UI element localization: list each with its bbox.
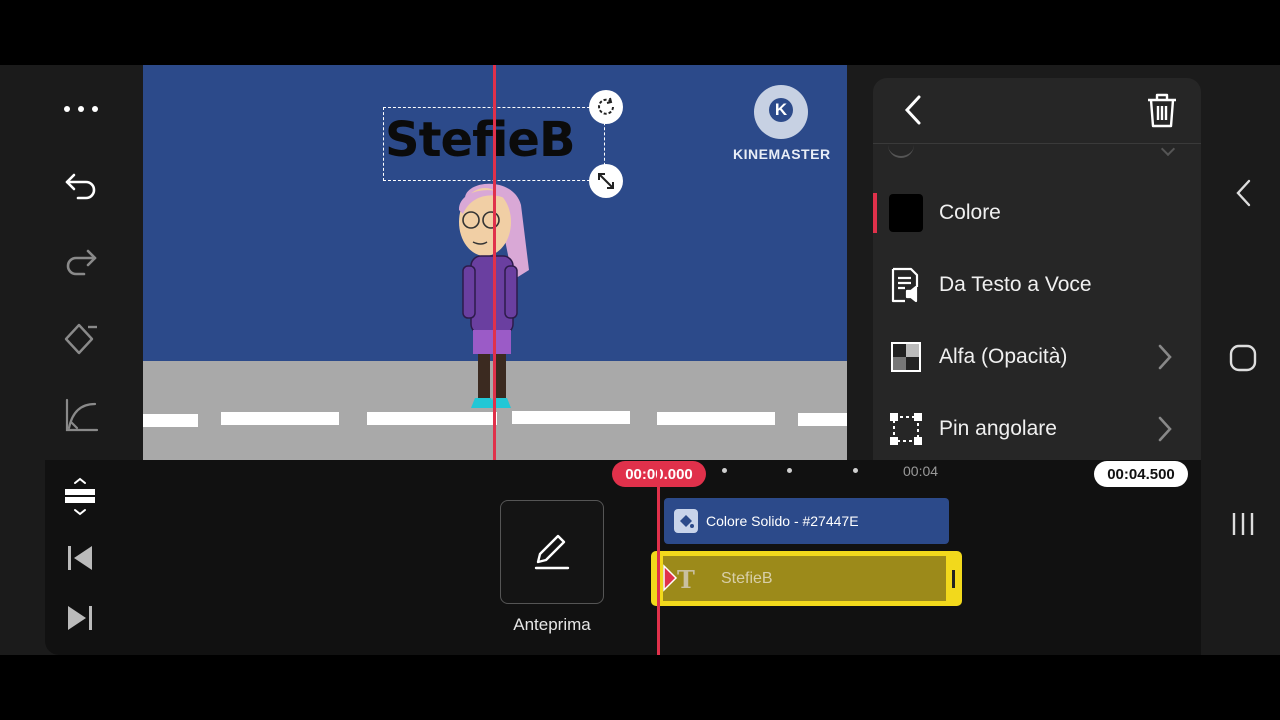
expand-tracks-icon — [65, 477, 95, 516]
timeline-tick — [853, 468, 858, 473]
text-clip-body — [663, 556, 946, 601]
timeline-playhead[interactable] — [657, 462, 660, 655]
undo-button[interactable] — [60, 165, 102, 207]
curve-icon — [65, 398, 99, 432]
preview-button-label: Anteprima — [513, 615, 591, 634]
timeline-area — [45, 460, 1201, 655]
road-marking — [798, 413, 847, 426]
system-back-icon — [1236, 179, 1251, 207]
timeline-tick-label: 00:04 — [903, 463, 939, 479]
clip-label: StefieB — [721, 570, 773, 587]
corner-pin-icon — [889, 412, 923, 446]
road-marking — [143, 414, 198, 427]
road-marking — [221, 412, 339, 425]
timeline-tick — [787, 468, 792, 473]
panel-item-text-to-speech[interactable]: Da Testo a Voce — [873, 252, 1201, 318]
preview-playhead — [493, 65, 496, 460]
more-menu-button[interactable] — [60, 88, 102, 130]
panel-item-label: Alfa (Opacità) — [939, 345, 1068, 368]
clip-label: Colore Solido - #27447E — [706, 513, 859, 529]
resize-handle[interactable] — [589, 164, 623, 198]
paint-bucket-icon — [674, 509, 698, 533]
text-to-speech-icon — [889, 267, 923, 303]
jump-to-end-button[interactable] — [59, 597, 101, 639]
redo-button[interactable] — [60, 241, 102, 283]
panel-item-label: Da Testo a Voce — [939, 273, 1092, 296]
alpha-checker-icon — [889, 340, 923, 374]
solid-color-clip[interactable]: Colore Solido - #27447E — [664, 498, 949, 544]
road-marking — [657, 412, 775, 425]
kinemaster-logo-icon: K — [754, 85, 808, 139]
system-back-button[interactable] — [1225, 175, 1261, 211]
chevron-right-icon — [1158, 344, 1172, 370]
panel-item-label: Pin angolare — [939, 417, 1057, 440]
preview-button[interactable] — [500, 500, 604, 604]
rotate-icon — [598, 97, 614, 115]
jump-to-start-button[interactable] — [59, 537, 101, 579]
system-recents-icon — [1232, 513, 1254, 535]
pencil-icon — [534, 534, 570, 570]
clip-trim-handle[interactable] — [952, 570, 955, 588]
keyframe-icon — [64, 323, 97, 355]
color-swatch-icon — [889, 194, 923, 232]
keyframe-button[interactable] — [60, 318, 102, 360]
panel-item-label: Colore — [939, 201, 1001, 224]
ellipsis-icon — [64, 106, 98, 112]
timeline-tick — [722, 468, 727, 473]
panel-item-color[interactable]: Colore — [873, 180, 1201, 246]
panel-item-corner-pin[interactable]: Pin angolare — [873, 396, 1201, 462]
redo-icon — [66, 249, 97, 276]
undo-icon — [65, 173, 96, 200]
panel-item-alpha[interactable]: Alfa (Opacità) — [873, 324, 1201, 390]
system-recents-button[interactable] — [1225, 506, 1261, 542]
character-avatar — [458, 183, 529, 408]
resize-icon — [598, 173, 614, 189]
chevron-right-icon — [1158, 416, 1172, 442]
speed-curve-button[interactable] — [60, 395, 102, 437]
total-duration: 00:04.500 — [1094, 461, 1188, 487]
letterbox-top — [0, 0, 1280, 65]
skip-end-icon — [68, 606, 92, 630]
trash-icon — [1148, 93, 1176, 128]
rotate-handle[interactable] — [589, 90, 623, 124]
panel-divider — [873, 143, 1201, 144]
text-layer-icon: T — [677, 565, 695, 594]
chevron-left-icon — [904, 95, 921, 125]
back-button[interactable] — [895, 92, 931, 128]
skip-start-icon — [68, 546, 92, 570]
keyframe-marker-icon — [663, 564, 678, 592]
kinemaster-watermark: KINEMASTER — [733, 146, 831, 162]
delete-button[interactable] — [1143, 91, 1181, 129]
expand-tracks-button[interactable] — [59, 476, 101, 518]
system-home-button[interactable] — [1225, 340, 1261, 376]
system-home-icon — [1229, 344, 1257, 372]
letterbox-bottom — [0, 655, 1280, 720]
